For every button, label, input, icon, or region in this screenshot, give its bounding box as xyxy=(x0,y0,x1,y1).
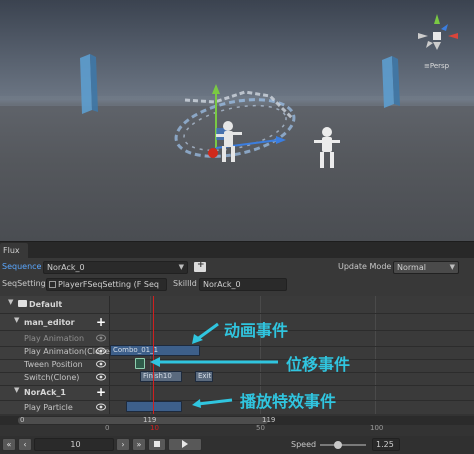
playhead-line[interactable] xyxy=(153,296,154,414)
timeline-norack-1[interactable]: ▼ NorAck_1 + xyxy=(0,385,110,400)
panel-tabbar: Flux xyxy=(0,241,474,259)
sequence-dropdown[interactable]: NorAck_0 ▼ xyxy=(43,261,188,274)
speed-slider[interactable] xyxy=(320,441,366,449)
scene-view[interactable]: ≡Persp xyxy=(0,0,474,241)
orientation-gizmo xyxy=(418,14,458,50)
playback-bar: « ‹ 10 › » Speed 1.25 xyxy=(0,436,474,454)
play-icon xyxy=(182,440,188,448)
seq-setting-row: SeqSetting PlayerFSeqSetting (F Seq Skil… xyxy=(0,276,474,293)
speed-label: Speed xyxy=(291,440,317,449)
seq-setting-label: SeqSetting xyxy=(2,279,46,288)
collapse-arrow-icon[interactable]: ▼ xyxy=(14,386,19,394)
track-label: Switch(Clone) xyxy=(24,373,80,382)
speed-slider-thumb[interactable] xyxy=(334,441,343,449)
group-default[interactable]: ▼ Default xyxy=(0,297,474,312)
timeline-label: NorAck_1 xyxy=(24,388,66,397)
folder-icon xyxy=(18,300,27,307)
skill-id-label: SkillId xyxy=(173,279,197,288)
event-tween-position[interactable] xyxy=(135,358,145,369)
sequence-value: NorAck_0 xyxy=(47,263,85,272)
speed-input[interactable]: 1.25 xyxy=(372,438,400,451)
update-mode-label: Update Mode xyxy=(338,262,392,271)
play-button[interactable] xyxy=(168,438,202,451)
range-start: 0 xyxy=(20,416,25,424)
eye-icon[interactable] xyxy=(96,403,106,411)
track-label: Play Particle xyxy=(24,403,73,412)
eye-icon[interactable] xyxy=(96,373,106,381)
update-mode-value: Normal xyxy=(397,263,426,272)
folder-plus-icon[interactable]: + xyxy=(194,260,206,272)
pillar-left xyxy=(80,54,98,114)
eye-icon[interactable] xyxy=(96,334,106,342)
eye-icon[interactable] xyxy=(96,360,106,368)
group-default-label: Default xyxy=(29,300,63,309)
event-play-particle[interactable] xyxy=(126,401,182,412)
annotation-fx: 播放特效事件 xyxy=(240,392,337,411)
track-switch-clone[interactable]: Switch(Clone) xyxy=(0,370,110,385)
skill-id-value: NorAck_0 xyxy=(203,280,241,289)
divider xyxy=(0,313,474,314)
chevron-down-icon: ▼ xyxy=(449,263,455,271)
tick-100: 100 xyxy=(370,424,384,432)
pillar-right xyxy=(382,56,400,108)
event-exit[interactable]: Exit xyxy=(195,371,213,382)
track-play-particle[interactable]: Play Particle xyxy=(0,400,110,415)
previous-frame-button[interactable]: ‹ xyxy=(18,438,32,451)
tick-50: 50 xyxy=(256,424,265,432)
tab-flux[interactable]: Flux xyxy=(0,243,28,259)
timeline-label: man_editor xyxy=(24,318,75,327)
object-icon xyxy=(49,281,56,288)
update-mode-dropdown[interactable]: Normal ▼ xyxy=(393,261,459,274)
character-enemy xyxy=(314,127,340,168)
seq-setting-value: PlayerFSeqSetting (F Seq xyxy=(58,280,159,289)
annotation-anim: 动画事件 xyxy=(224,321,289,340)
scene-canvas xyxy=(0,14,474,168)
collapse-arrow-icon[interactable]: ▼ xyxy=(14,316,19,324)
stop-icon xyxy=(154,441,160,447)
add-track-icon[interactable]: + xyxy=(96,316,106,328)
sequence-label: Sequence xyxy=(2,262,42,271)
seq-setting-field[interactable]: PlayerFSeqSetting (F Seq xyxy=(46,278,167,291)
first-frame-button[interactable]: « xyxy=(2,438,16,451)
annotation-move: 位移事件 xyxy=(286,355,351,374)
event-finish[interactable]: Finish10 xyxy=(140,371,182,382)
tick-current: 10 xyxy=(150,424,159,432)
event-combo[interactable]: Combo_01_1 xyxy=(110,345,200,356)
eye-icon[interactable] xyxy=(96,347,106,355)
timeline-ruler[interactable]: 0 119 119 0 10 50 100 xyxy=(0,414,474,436)
timeline-man-editor[interactable]: ▼ man_editor + xyxy=(0,315,110,330)
stop-button[interactable] xyxy=(148,438,166,451)
frame-input[interactable]: 10 xyxy=(34,438,114,451)
sequence-row: Sequence NorAck_0 ▼ + Update Mode Normal… xyxy=(0,259,474,276)
skill-id-input[interactable]: NorAck_0 xyxy=(199,278,287,291)
chevron-down-icon: ▼ xyxy=(178,263,184,271)
tick-0: 0 xyxy=(105,424,110,432)
horizontal-scrollbar[interactable] xyxy=(0,416,474,425)
timeline-tracks: ▼ Default ▼ man_editor + Play Animation … xyxy=(0,296,474,414)
persp-label[interactable]: ≡Persp xyxy=(424,62,449,70)
collapse-arrow-icon[interactable]: ▼ xyxy=(8,298,13,306)
next-frame-button[interactable]: › xyxy=(116,438,130,451)
last-frame-button[interactable]: » xyxy=(132,438,146,451)
add-track-icon[interactable]: + xyxy=(96,386,106,398)
